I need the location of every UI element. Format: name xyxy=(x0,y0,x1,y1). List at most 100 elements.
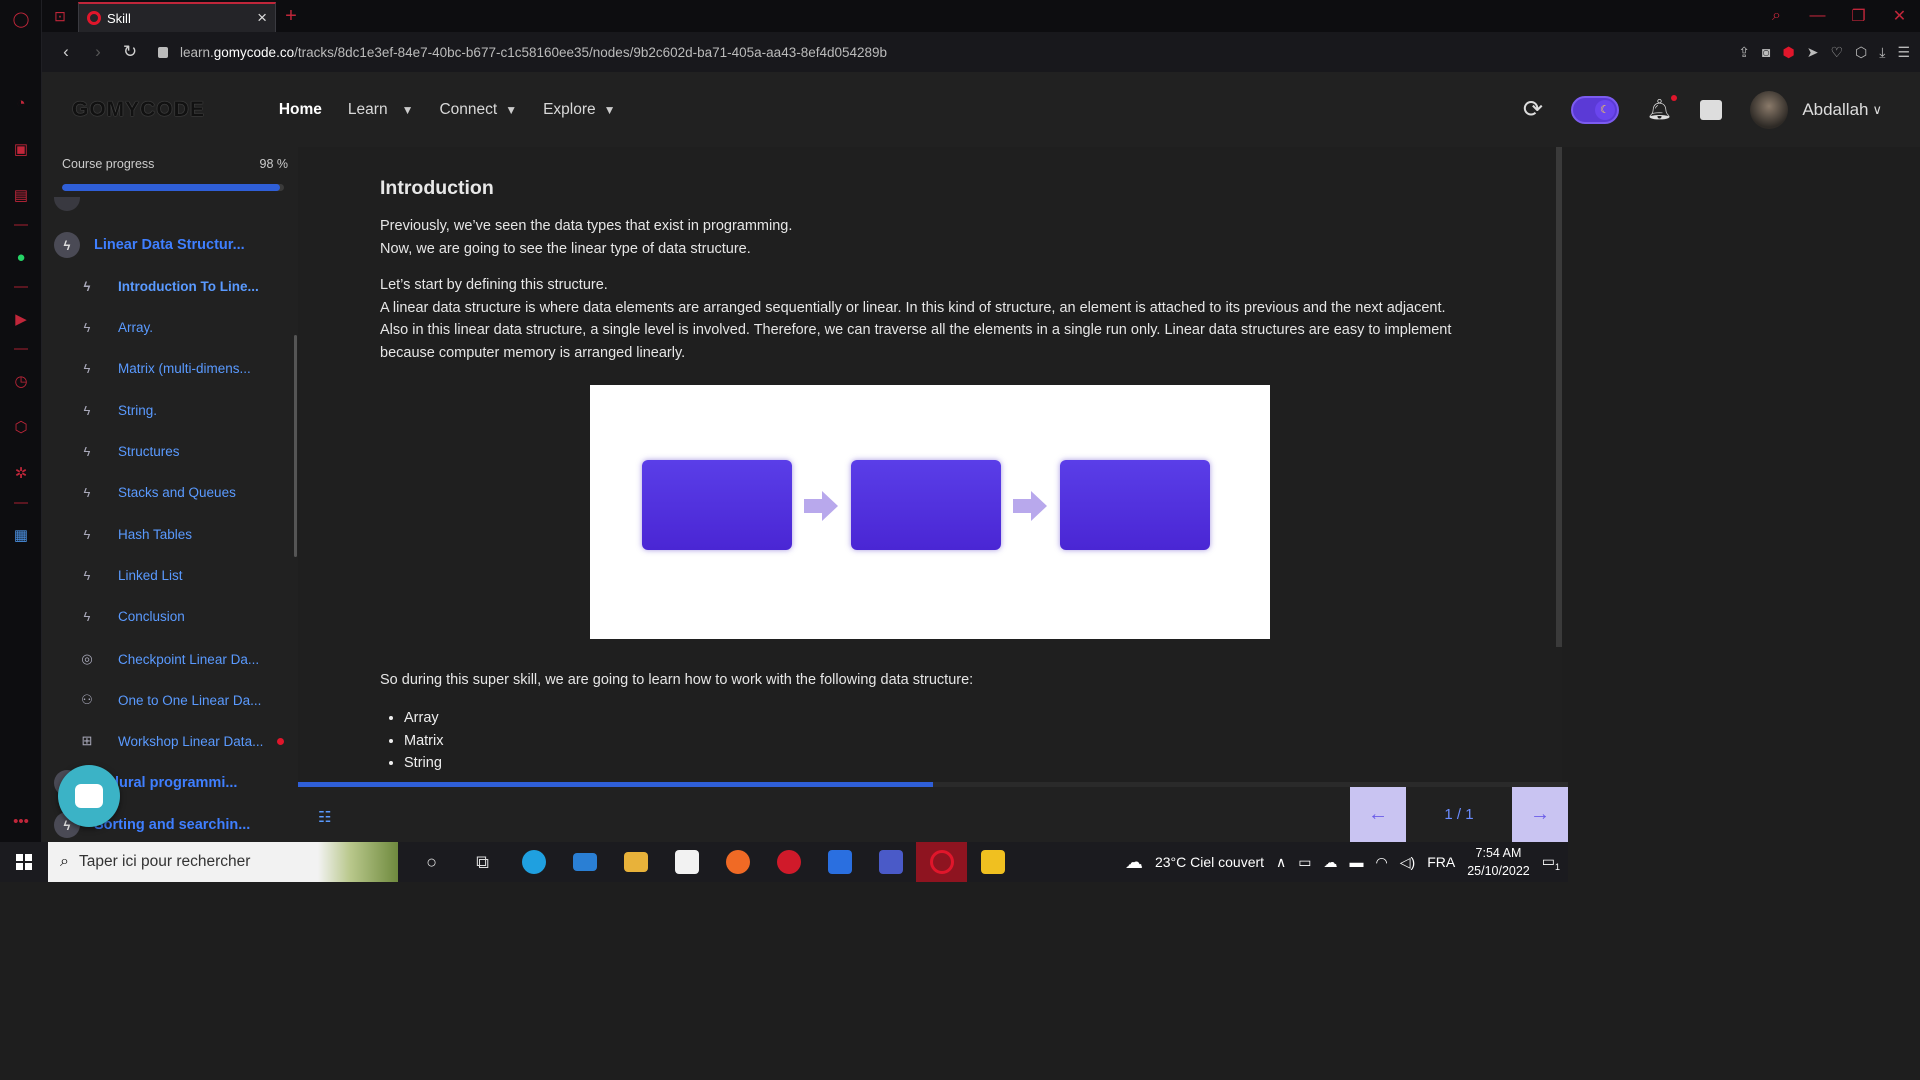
edge-icon[interactable] xyxy=(508,842,559,882)
lesson-item[interactable]: ϟ Structures xyxy=(80,444,180,459)
lesson-item[interactable]: ϟ Linked List xyxy=(80,568,183,583)
gx-control-icon[interactable]: ⊡ xyxy=(42,0,78,32)
nav-connect[interactable]: Connect ▼ xyxy=(439,101,517,119)
heart-icon[interactable]: ♡ xyxy=(1830,44,1843,61)
onedrive-icon[interactable]: ☁ xyxy=(1324,854,1338,871)
nav-explore[interactable]: Explore ▼ xyxy=(543,101,615,119)
gomycode-logo[interactable]: GOMYCODE xyxy=(72,98,205,122)
paragraph-line: Let’s start by defining this structure. xyxy=(380,277,608,293)
opera-menu-icon[interactable]: ◯ xyxy=(10,8,32,30)
start-button[interactable] xyxy=(0,842,48,882)
download-icon[interactable]: ⤓ xyxy=(1879,44,1885,61)
notifications-bell-icon[interactable]: 🔔︎ xyxy=(1647,95,1678,122)
lesson-item[interactable]: ◎ Checkpoint Linear Da... xyxy=(80,651,259,667)
tray-overflow-icon[interactable]: ∧ xyxy=(1276,854,1286,871)
language-indicator[interactable]: FRA xyxy=(1427,854,1455,870)
paragraph-line: Now, we are going to see the linear type… xyxy=(380,240,751,257)
history-icon[interactable]: ◷ xyxy=(10,370,32,392)
extensions-icon[interactable]: ⬡ xyxy=(10,416,32,438)
tab-skill[interactable]: Skill × xyxy=(78,2,276,32)
close-tab-icon[interactable]: × xyxy=(257,8,267,28)
clock-date: 25/10/2022 xyxy=(1467,864,1530,878)
top-navigation: Home Learn ▼ Connect ▼ Explore ▼ xyxy=(279,101,616,119)
bolt-icon: ϟ xyxy=(83,279,91,294)
settings-icon[interactable]: ✲ xyxy=(10,462,32,484)
easy-setup-icon[interactable]: ☰ xyxy=(1897,44,1910,61)
cortana-icon[interactable]: ○ xyxy=(406,842,457,882)
task-view-icon[interactable]: ⧉ xyxy=(457,842,508,882)
dark-mode-toggle[interactable]: ☾ xyxy=(1570,95,1619,124)
box-icon[interactable]: ⬡ xyxy=(1855,44,1867,61)
minimize-icon[interactable]: — xyxy=(1797,7,1838,25)
opera-taskbar-icon[interactable] xyxy=(916,842,967,882)
weather-text[interactable]: 23°C Ciel couvert xyxy=(1155,854,1264,870)
section-linear-data-structures[interactable]: ϟ Linear Data Structur... xyxy=(54,232,245,258)
nav-explore-label: Explore xyxy=(543,100,596,118)
url-path: /tracks/8dc1e3ef-84e7-40bc-b677-c1c58160… xyxy=(294,44,888,60)
sidebar-scrollbar[interactable] xyxy=(294,335,297,557)
lesson-item[interactable]: ϟ Array. xyxy=(80,320,153,335)
forward-icon[interactable]: › xyxy=(82,42,114,62)
wifi-icon[interactable]: ◠ xyxy=(1376,854,1388,871)
bolt-icon: ϟ xyxy=(54,232,80,258)
notifications-icon[interactable]: ▭1 xyxy=(1542,853,1560,872)
player-icon[interactable]: ▶ xyxy=(10,308,32,330)
new-tab-button[interactable]: + xyxy=(276,5,306,28)
user-menu[interactable]: Abdallah ∨ xyxy=(1750,90,1882,129)
speed-dial-icon[interactable]: ◔ xyxy=(10,92,32,114)
clock[interactable]: 7:54 AM 25/10/2022 xyxy=(1467,844,1530,880)
volume-icon[interactable]: ◁) xyxy=(1400,854,1415,871)
nav-learn[interactable]: Learn ▼ xyxy=(348,101,414,119)
notification-dot xyxy=(1671,95,1678,101)
previous-section-partial[interactable] xyxy=(54,197,80,211)
send-icon[interactable]: ➤ xyxy=(1807,44,1819,61)
nav-home[interactable]: Home xyxy=(279,101,322,119)
chevron-down-icon: ▼ xyxy=(603,102,616,117)
chat-bubble-icon xyxy=(75,784,103,808)
lesson-item[interactable]: ⊞ Workshop Linear Data... xyxy=(80,733,285,749)
share-icon[interactable]: ⇪ xyxy=(1738,44,1750,61)
lesson-item[interactable]: ϟ String. xyxy=(80,403,157,418)
arrow-right-icon xyxy=(1013,491,1047,521)
reload-icon[interactable]: ↻ xyxy=(114,42,146,62)
teams-icon[interactable] xyxy=(865,842,916,882)
close-window-icon[interactable]: ✕ xyxy=(1879,6,1920,26)
search-tabs-icon[interactable]: ⌕ xyxy=(1756,7,1797,25)
support-chat-button[interactable] xyxy=(58,765,120,827)
store-icon[interactable] xyxy=(661,842,712,882)
taskbar-search[interactable]: ⌕ Taper ici pour rechercher xyxy=(48,842,398,882)
table-of-contents-icon[interactable]: ☷ xyxy=(318,808,331,826)
translate-icon[interactable]: ▦ xyxy=(10,524,32,546)
more-icon[interactable]: ••• xyxy=(10,810,32,832)
url-field[interactable]: learn.gomycode.co/tracks/8dc1e3ef-84e7-4… xyxy=(158,45,887,60)
content-scrollbar[interactable] xyxy=(1556,147,1562,647)
back-icon[interactable]: ‹ xyxy=(50,42,82,62)
next-page-button[interactable]: → xyxy=(1512,787,1568,842)
bag-icon[interactable]: ▣ xyxy=(10,138,32,160)
whatsapp-icon[interactable]: ● xyxy=(10,246,32,268)
vpn-shield-icon[interactable]: ⬢ xyxy=(1782,44,1794,61)
lesson-item[interactable]: ϟ Matrix (multi-dimens... xyxy=(80,361,251,376)
lesson-item[interactable]: ϟ Hash Tables xyxy=(80,527,193,542)
file-explorer-icon[interactable] xyxy=(610,842,661,882)
lesson-item[interactable]: ϟ Conclusion xyxy=(80,609,185,624)
firefox-icon[interactable] xyxy=(712,842,763,882)
twitch-icon[interactable]: ▤ xyxy=(10,184,32,206)
mail-icon[interactable] xyxy=(559,842,610,882)
vpn-app-icon[interactable] xyxy=(814,842,865,882)
lesson-item[interactable]: ⚇ One to One Linear Da... xyxy=(80,692,261,708)
lesson-item[interactable]: ϟ Introduction To Line... xyxy=(80,279,259,294)
lesson-item[interactable]: ϟ Stacks and Queues xyxy=(80,485,236,500)
game-app-icon[interactable] xyxy=(763,842,814,882)
search-placeholder: Taper ici pour rechercher xyxy=(78,853,251,870)
restore-icon[interactable]: ❐ xyxy=(1838,6,1879,26)
camera-icon[interactable]: ◙ xyxy=(1762,44,1770,60)
meet-icon[interactable]: ▭ xyxy=(1298,854,1311,871)
messages-icon[interactable] xyxy=(1700,99,1723,120)
moon-icon: ☾ xyxy=(1594,99,1615,120)
files-app-icon[interactable] xyxy=(967,842,1018,882)
sync-icon[interactable]: ⟳ xyxy=(1523,95,1543,124)
battery-icon[interactable]: ▬ xyxy=(1350,854,1364,870)
previous-page-button[interactable]: ← xyxy=(1350,787,1406,842)
weather-cloud-icon[interactable]: ☁ xyxy=(1125,852,1143,873)
